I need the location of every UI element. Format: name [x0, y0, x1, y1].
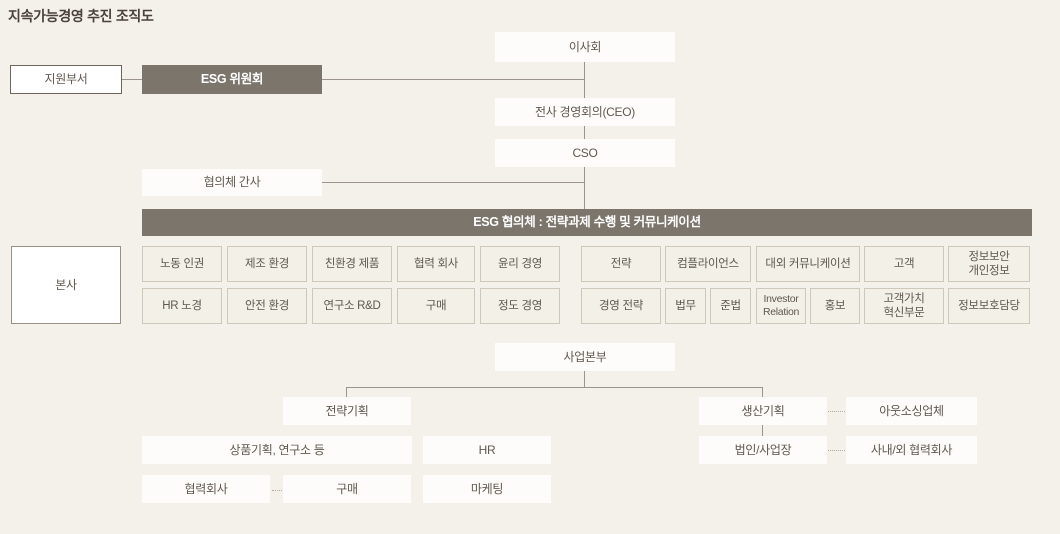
box-product-planning-research: 상품기획, 연구소 등: [142, 436, 412, 464]
box-board: 이사회: [495, 32, 675, 62]
box-business-division: 사업본부: [495, 343, 675, 371]
cell-infosec-officer: 정보보호담당: [948, 288, 1030, 324]
cell-ethical-mgmt: 윤리 경영: [480, 246, 560, 282]
cell-customer-value-innovation: 고객가치 혁신부문: [864, 288, 944, 324]
cell-partner-company: 협력 회사: [397, 246, 475, 282]
bar-esg-council: ESG 협의체 : 전략과제 수행 및 커뮤니케이션: [142, 209, 1032, 236]
cell-customer: 고객: [864, 246, 944, 282]
cell-compliance-law: 준법: [710, 288, 751, 324]
connector-to-strategy-planning: [346, 387, 347, 397]
cell-manufacturing-env: 제조 환경: [227, 246, 307, 282]
box-internal-external-partners: 사내/외 협력회사: [846, 436, 977, 464]
cell-eco-product: 친환경 제품: [312, 246, 392, 282]
page-title: 지속가능경영 추진 조직도: [8, 8, 154, 24]
cell-hr-labor: HR 노경: [142, 288, 222, 324]
cell-compliance: 컴플라이언스: [665, 246, 751, 282]
box-council-secretary: 협의체 간사: [142, 169, 322, 196]
connector-support-to-committee: [122, 79, 142, 80]
cell-investor-relation: Investor Relation: [756, 288, 806, 324]
cell-public-relations: 홍보: [810, 288, 860, 324]
cell-legal-affairs: 법무: [665, 288, 706, 324]
box-cso: CSO: [495, 139, 675, 167]
box-esg-committee: ESG 위원회: [142, 65, 322, 94]
connector-production-to-entity: [762, 425, 763, 436]
box-partner-company-bottom: 협력회사: [142, 475, 270, 503]
cell-safety-env: 안전 환경: [227, 288, 307, 324]
box-purchasing-bottom: 구매: [283, 475, 411, 503]
connector-spine-vertical: [584, 62, 585, 210]
box-support-dept: 지원부서: [10, 65, 122, 94]
org-chart-diagram: 지속가능경영 추진 조직도 이사회 지원부서 ESG 위원회 전사 경영회의(C…: [0, 0, 1060, 534]
connector-to-production-planning: [762, 387, 763, 397]
box-ceo-meeting: 전사 경영회의(CEO): [495, 98, 675, 126]
box-entity-worksite: 법인/사업장: [699, 436, 827, 464]
cell-external-communication: 대외 커뮤니케이션: [756, 246, 860, 282]
cell-labor-human-rights: 노동 인권: [142, 246, 222, 282]
box-hr: HR: [423, 436, 551, 464]
box-outsourcing-company: 아웃소싱업체: [846, 397, 977, 425]
connector-esg-committee-horizontal: [321, 79, 585, 80]
box-strategy-planning: 전략기획: [283, 397, 411, 425]
cell-strategy: 전략: [581, 246, 661, 282]
box-headquarters: 본사: [11, 246, 121, 324]
cell-mgmt-strategy: 경영 전략: [581, 288, 661, 324]
cell-purchasing: 구매: [397, 288, 475, 324]
cell-integrity-mgmt: 정도 경영: [480, 288, 560, 324]
connector-partner-to-purchasing-dotted: [272, 490, 282, 491]
connector-production-to-outsourcing-dotted: [828, 411, 845, 412]
cell-research-rnd: 연구소 R&D: [312, 288, 392, 324]
connector-entity-to-partners-dotted: [828, 450, 845, 451]
box-production-planning: 생산기획: [699, 397, 827, 425]
cell-infosec-privacy: 정보보안 개인정보: [948, 246, 1030, 282]
connector-secretary-horizontal: [322, 182, 585, 183]
connector-business-div-stem: [584, 371, 585, 387]
connector-business-div-bus: [346, 387, 763, 388]
box-marketing: 마케팅: [423, 475, 551, 503]
